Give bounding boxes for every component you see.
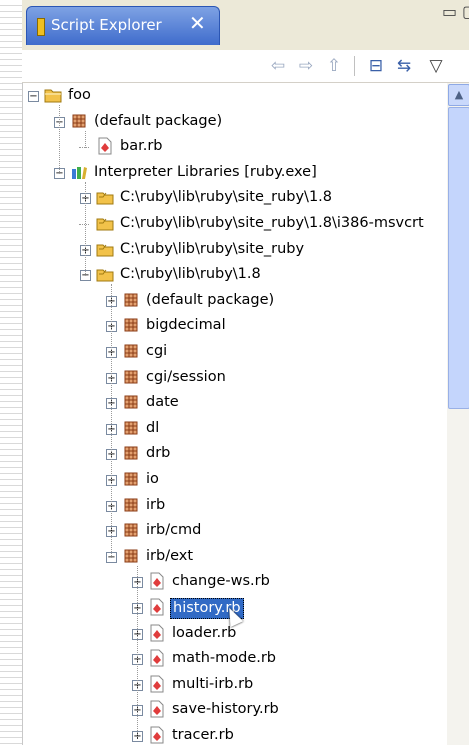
package-icon: [122, 342, 140, 360]
ruby-file-icon: [148, 675, 166, 693]
package-icon: [122, 496, 140, 514]
maximize-icon[interactable]: ▢: [462, 2, 469, 21]
tab-title: Script Explorer: [51, 16, 162, 34]
tree-guide-line: [85, 181, 86, 277]
tree-guide-line: [85, 130, 86, 149]
package-icon: [122, 393, 140, 411]
tree-item-label: irb/cmd: [146, 522, 202, 539]
library-folder-icon: [96, 188, 114, 206]
forward-icon[interactable]: ⇨: [294, 54, 318, 78]
editor-gutter: [0, 0, 23, 745]
tree-item-label: io: [146, 471, 159, 487]
tree-item-label: save-history.rb: [172, 701, 279, 718]
tree-connector: [79, 147, 89, 149]
tree-item-label: (default package): [146, 291, 275, 308]
script-explorer-icon: [37, 18, 45, 36]
tree-item[interactable]: − irb/ext: [22, 544, 447, 569]
tree-item-label: tracer.rb: [172, 727, 234, 743]
close-icon[interactable]: ✕: [189, 11, 206, 35]
toolbar-separator: [354, 56, 355, 76]
vertical-scrollbar[interactable]: ▲: [447, 83, 469, 745]
scroll-up-icon[interactable]: ▲: [448, 84, 469, 106]
tree-item-label: foo: [68, 87, 91, 103]
collapse-icon[interactable]: −: [28, 91, 39, 102]
tree-item[interactable]: + (default package): [22, 288, 447, 313]
tree-item-label: C:\ruby\lib\ruby\1.8: [120, 266, 261, 283]
ruby-file-icon: [148, 624, 166, 642]
tree-item-label: bar.rb: [120, 138, 163, 155]
tree-item[interactable]: + multi-irb.rb: [22, 672, 447, 697]
ruby-file-icon: [148, 700, 166, 718]
tree-item-label: dl: [146, 419, 160, 436]
up-icon[interactable]: ⇧: [322, 54, 346, 78]
tree-item-label: cgi: [146, 343, 168, 359]
ruby-file-icon: [148, 598, 166, 616]
tree-item[interactable]: + save-history.rb: [22, 697, 447, 722]
tree-item-label: bigdecimal: [146, 317, 226, 334]
tree-item-label: irb/ext: [146, 547, 194, 564]
view-tab-bar: Script Explorer ✕ ▭ ▢: [22, 0, 469, 50]
tree-item[interactable]: + cgi/session: [22, 365, 447, 390]
tab-script-explorer[interactable]: Script Explorer ✕: [26, 6, 220, 45]
tree-item[interactable]: + drb: [22, 441, 447, 466]
tree-item-label: drb: [146, 445, 171, 462]
view-menu-icon[interactable]: ▽: [424, 54, 448, 78]
tree-item-label: date: [146, 394, 179, 411]
tree-item-label: Interpreter Libraries [ruby.exe]: [94, 163, 317, 180]
link-with-editor-icon[interactable]: ⇆: [392, 54, 416, 78]
tree-item[interactable]: + change-ws.rb: [22, 569, 447, 594]
tree-item[interactable]: + irb/cmd: [22, 518, 447, 543]
ruby-file-icon: [148, 572, 166, 590]
tree-item[interactable]: + io: [22, 467, 447, 492]
package-icon: [122, 368, 140, 386]
tree-item-label: C:\ruby\lib\ruby\site_ruby\1.8: [120, 189, 333, 206]
back-icon[interactable]: ⇦: [266, 54, 290, 78]
package-icon: [122, 419, 140, 437]
package-icon: [122, 316, 140, 334]
package-icon: [70, 112, 88, 130]
tree-item-label: C:\ruby\lib\ruby\site_ruby\1.8\i386-msvc…: [120, 215, 424, 231]
tree-guide-line: [59, 105, 60, 174]
project-folder-icon: [44, 86, 62, 104]
script-tree: − foo − (default package) bar.rb − Interpreter…: [22, 83, 447, 745]
tree-item[interactable]: + dl: [22, 416, 447, 441]
tree-item[interactable]: + math-mode.rb: [22, 646, 447, 671]
tree-guide-line: [137, 565, 138, 737]
tree-item-label: (default package): [94, 112, 223, 129]
package-icon: [122, 291, 140, 309]
tree-item[interactable]: + bigdecimal: [22, 313, 447, 338]
tree-item[interactable]: + date: [22, 390, 447, 415]
view-toolbar: ⇦ ⇨ ⇧ ⊟ ⇆ ▽: [22, 50, 469, 83]
tree-item-label: change-ws.rb: [172, 573, 270, 590]
collapse-all-icon[interactable]: ⊟: [364, 54, 388, 78]
tree-guide-line: [111, 284, 112, 558]
tree-item[interactable]: + cgi: [22, 339, 447, 364]
tree-connector: [79, 224, 89, 225]
ruby-file-icon: [148, 649, 166, 667]
tree-item-label: math-mode.rb: [172, 650, 277, 667]
library-folder-icon: [96, 265, 114, 283]
tree-item-label: irb: [146, 496, 166, 513]
package-icon: [122, 470, 140, 488]
library-folder-icon: [96, 240, 114, 258]
tree-item[interactable]: + irb: [22, 493, 447, 518]
tree-item-label: loader.rb: [172, 624, 237, 641]
tree-item-label: multi-irb.rb: [172, 675, 254, 692]
scrollbar-thumb[interactable]: [448, 107, 469, 409]
tree-item[interactable]: − foo: [22, 83, 447, 108]
minimize-icon[interactable]: ▭: [442, 2, 457, 21]
package-icon: [122, 547, 140, 565]
ruby-file-icon: [148, 726, 166, 744]
library-folder-icon: [96, 214, 114, 232]
package-icon: [122, 521, 140, 539]
package-icon: [122, 444, 140, 462]
library-icon: [70, 163, 88, 181]
tree-item-label: C:\ruby\lib\ruby\site_ruby: [120, 240, 305, 257]
ruby-file-icon: [96, 137, 114, 155]
tree-item[interactable]: + tracer.rb: [22, 723, 447, 745]
tree-item-label: cgi/session: [146, 368, 226, 385]
